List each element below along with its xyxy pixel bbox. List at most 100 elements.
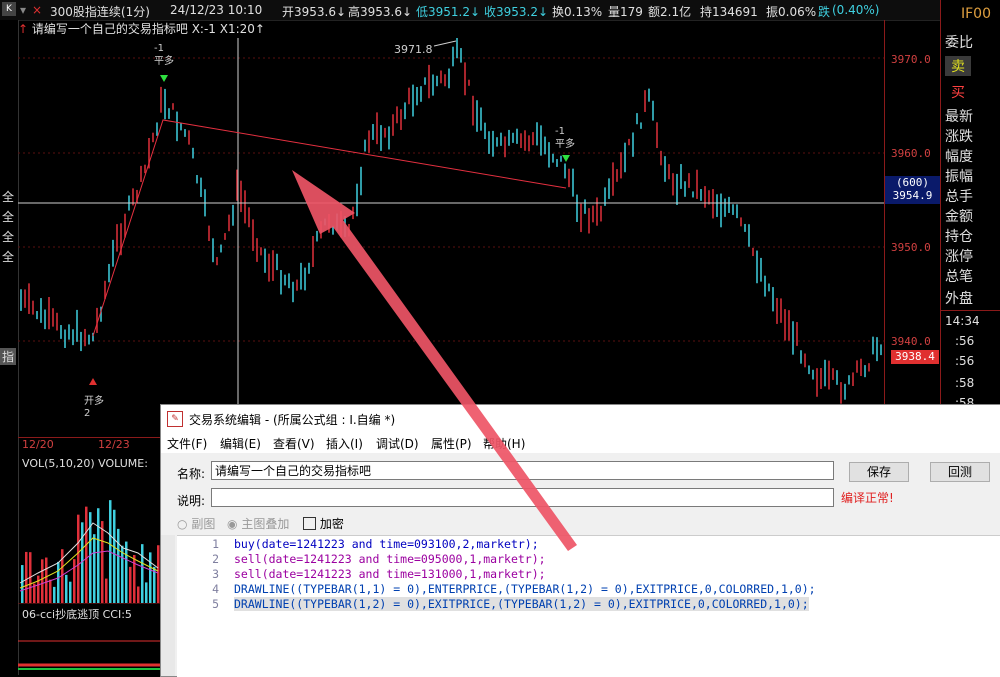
quote-high: 高3953.6↓ bbox=[348, 5, 413, 19]
volume-bar bbox=[121, 545, 124, 603]
volume-bar bbox=[85, 506, 88, 603]
signal-label: 开多 bbox=[84, 394, 104, 407]
panel-item: 金额 bbox=[945, 209, 973, 225]
volume-bar bbox=[73, 559, 76, 603]
tick-time: :56 bbox=[955, 334, 975, 348]
line-number: 5 bbox=[212, 597, 219, 611]
radio-sub-chart[interactable]: ○ 副图 bbox=[177, 515, 215, 532]
radio-main-overlay[interactable]: ◉ 主图叠加 bbox=[227, 515, 289, 532]
dialog-title: 交易系统编辑 - (所属公式组 : I.自编 *) bbox=[189, 413, 396, 427]
side-label[interactable]: 指 bbox=[0, 348, 16, 365]
volume-bar bbox=[93, 534, 96, 603]
menu-view[interactable]: 查看(V) bbox=[273, 435, 315, 452]
save-button[interactable]: 保存 bbox=[849, 462, 909, 482]
radio-selected-icon: ◉ bbox=[227, 517, 238, 531]
signal-label: 平多 bbox=[154, 54, 174, 67]
panel-item: 涨停 bbox=[945, 249, 973, 265]
menu-help[interactable]: 帮助(H) bbox=[483, 435, 525, 452]
quote-amount: 额2.1亿 bbox=[648, 5, 692, 19]
quote-open: 开3953.6↓ bbox=[282, 5, 347, 19]
indicator-title-bar: ↑ 请编写一个自己的交易指标吧 X:-1 X1:20↑ bbox=[18, 20, 265, 38]
compile-status: 编译正常! bbox=[841, 491, 894, 505]
volume-bar bbox=[69, 581, 72, 603]
formula-editor-dialog[interactable]: ✎ 交易系统编辑 - (所属公式组 : I.自编 *) 文件(F) 编辑(E) … bbox=[160, 404, 1000, 677]
menu-edit[interactable]: 编辑(E) bbox=[220, 435, 261, 452]
menu-insert[interactable]: 插入(I) bbox=[326, 435, 363, 452]
volume-bar bbox=[101, 521, 104, 603]
backtest-button[interactable]: 回测 bbox=[930, 462, 990, 482]
panel-item: 总笔 bbox=[945, 269, 973, 285]
close-icon[interactable]: × bbox=[32, 3, 42, 17]
side-label[interactable]: 全 bbox=[0, 208, 16, 225]
side-label[interactable]: 全 bbox=[0, 228, 16, 245]
encrypt-checkbox[interactable]: 加密 bbox=[303, 515, 344, 532]
window-icon[interactable]: K bbox=[2, 2, 16, 16]
tick-time: :58 bbox=[955, 376, 975, 390]
editor-icon: ✎ bbox=[167, 411, 183, 427]
price-axis: 3970.0 3960.0 3950.0 3940.0 (600) 3954.9… bbox=[884, 20, 941, 440]
price-tick: 3940.0 bbox=[891, 335, 931, 348]
volume-bar bbox=[41, 559, 44, 603]
signal-label: -1 bbox=[154, 43, 164, 54]
desc-label: 说明: bbox=[177, 494, 206, 508]
entry-marker-icon bbox=[89, 378, 97, 385]
code-text: sell(date=1241223 and time=095000,1,mark… bbox=[234, 552, 546, 566]
volume-bar bbox=[77, 514, 80, 603]
exit-marker-icon bbox=[562, 155, 570, 162]
checkbox-icon bbox=[303, 517, 316, 530]
peak-label: 3971.8 bbox=[394, 43, 433, 56]
quote-bar: K ▾ × 300股指连续(1分) 24/12/23 10:10 开3953.6… bbox=[0, 0, 940, 21]
date-label: 12/20 bbox=[22, 438, 54, 451]
volume-panel[interactable]: VOL(5,10,20) VOLUME: bbox=[18, 453, 160, 603]
volume-bar bbox=[37, 575, 40, 603]
collapse-icon[interactable]: ▾ bbox=[20, 3, 26, 17]
left-strip: 全 全 全 全 指 bbox=[0, 20, 19, 675]
code-editor[interactable]: 1 buy(date=1241223 and time=093100,2,mark… bbox=[177, 535, 1000, 677]
up-arrow-icon: ↑ bbox=[18, 22, 32, 36]
cci-title: 06-cci抄底逃顶 CCI:5 bbox=[22, 607, 132, 621]
quote-amplitude: 振0.06% bbox=[766, 5, 817, 19]
crosshair-price-value: 3954.9 bbox=[892, 189, 933, 202]
symbol-name: 300股指连续(1分) bbox=[50, 5, 150, 19]
kline-chart[interactable]: -1 平多 -1 平多 开多 2 3971.8 bbox=[18, 38, 884, 438]
name-label: 名称: bbox=[177, 467, 206, 481]
quote-volume: 量179 bbox=[608, 5, 643, 19]
volume-bar bbox=[117, 528, 120, 603]
side-label[interactable]: 全 bbox=[0, 248, 16, 265]
volume-bar bbox=[25, 551, 28, 603]
side-label[interactable]: 全 bbox=[0, 188, 16, 205]
desc-input[interactable] bbox=[211, 488, 834, 507]
volume-bar bbox=[57, 561, 60, 603]
volume-bar bbox=[45, 557, 48, 603]
menu-debug[interactable]: 调试(D) bbox=[376, 435, 419, 452]
dialog-titlebar[interactable]: ✎ 交易系统编辑 - (所属公式组 : I.自编 *) bbox=[161, 405, 1000, 431]
quote-datetime: 24/12/23 10:10 bbox=[170, 3, 263, 17]
name-input[interactable]: 请编写一个自己的交易指标吧 bbox=[211, 461, 834, 480]
panel-divider bbox=[941, 310, 1000, 311]
menu-file[interactable]: 文件(F) bbox=[167, 435, 207, 452]
panel-item: 涨跌 bbox=[945, 129, 973, 145]
quote-fall: 跌 bbox=[818, 5, 831, 19]
panel-item: 持仓 bbox=[945, 229, 973, 245]
menu-properties[interactable]: 属性(P) bbox=[431, 435, 472, 452]
volume-bar bbox=[97, 508, 100, 603]
code-text: DRAWLINE((TYPEBAR(1,1) = 0),ENTERPRICE,(… bbox=[234, 582, 816, 596]
tick-time: :56 bbox=[955, 354, 975, 368]
volume-bar bbox=[49, 579, 52, 603]
line-number: 4 bbox=[212, 582, 219, 596]
contract-code: IF00 bbox=[961, 6, 991, 22]
panel-item: 最新 bbox=[945, 109, 973, 125]
cci-panel[interactable]: 06-cci抄底逃顶 CCI:5 bbox=[18, 603, 160, 675]
code-text: DRAWLINE((TYPEBAR(1,2) = 0),EXITPRICE,(T… bbox=[234, 597, 809, 611]
crosshair-price-box: (600) 3954.9 bbox=[885, 176, 940, 204]
encrypt-label: 加密 bbox=[319, 517, 344, 531]
price-tick: 3960.0 bbox=[891, 147, 931, 160]
quote-low: 低3951.2↓ bbox=[416, 5, 481, 19]
panel-item-sell: 卖 bbox=[945, 56, 971, 76]
exit-marker-icon bbox=[160, 75, 168, 82]
signal-label: -1 bbox=[555, 126, 565, 137]
dialog-menubar: 文件(F) 编辑(E) 查看(V) 插入(I) 调试(D) 属性(P) 帮助(H… bbox=[161, 431, 1000, 453]
price-tick: 3970.0 bbox=[891, 53, 931, 66]
peak-pointer bbox=[433, 40, 457, 47]
volume-bar bbox=[125, 541, 128, 603]
